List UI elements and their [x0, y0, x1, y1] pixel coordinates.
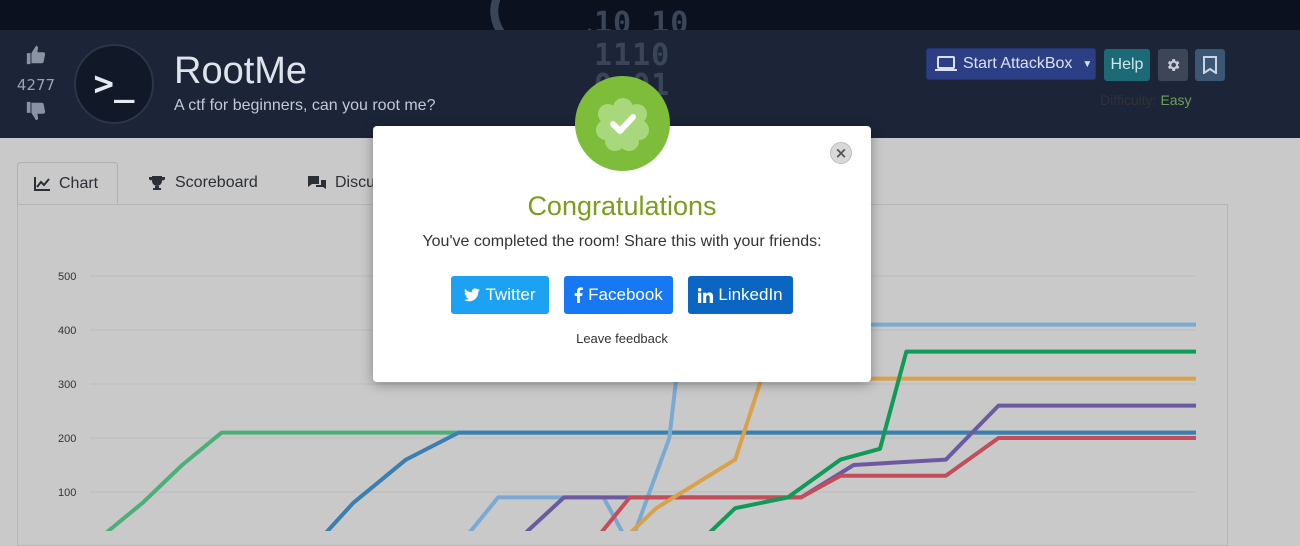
linkedin-icon [698, 287, 714, 303]
twitter-share-button[interactable]: Twitter [451, 276, 549, 314]
modal-title: Congratulations [527, 191, 717, 221]
twitter-label: Twitter [485, 285, 536, 304]
checkmark-badge-icon [595, 97, 649, 151]
linkedin-label: LinkedIn [718, 285, 783, 304]
facebook-share-button[interactable]: Facebook [564, 276, 673, 314]
completion-badge [575, 76, 670, 171]
facebook-label: Facebook [588, 285, 663, 304]
linkedin-share-button[interactable]: LinkedIn [688, 276, 793, 314]
leave-feedback-link[interactable]: Leave feedback [373, 331, 871, 346]
close-button[interactable]: × [830, 142, 852, 164]
facebook-icon [574, 287, 583, 303]
twitter-icon [464, 288, 481, 302]
modal-message: You've completed the room! Share this wi… [422, 233, 822, 250]
